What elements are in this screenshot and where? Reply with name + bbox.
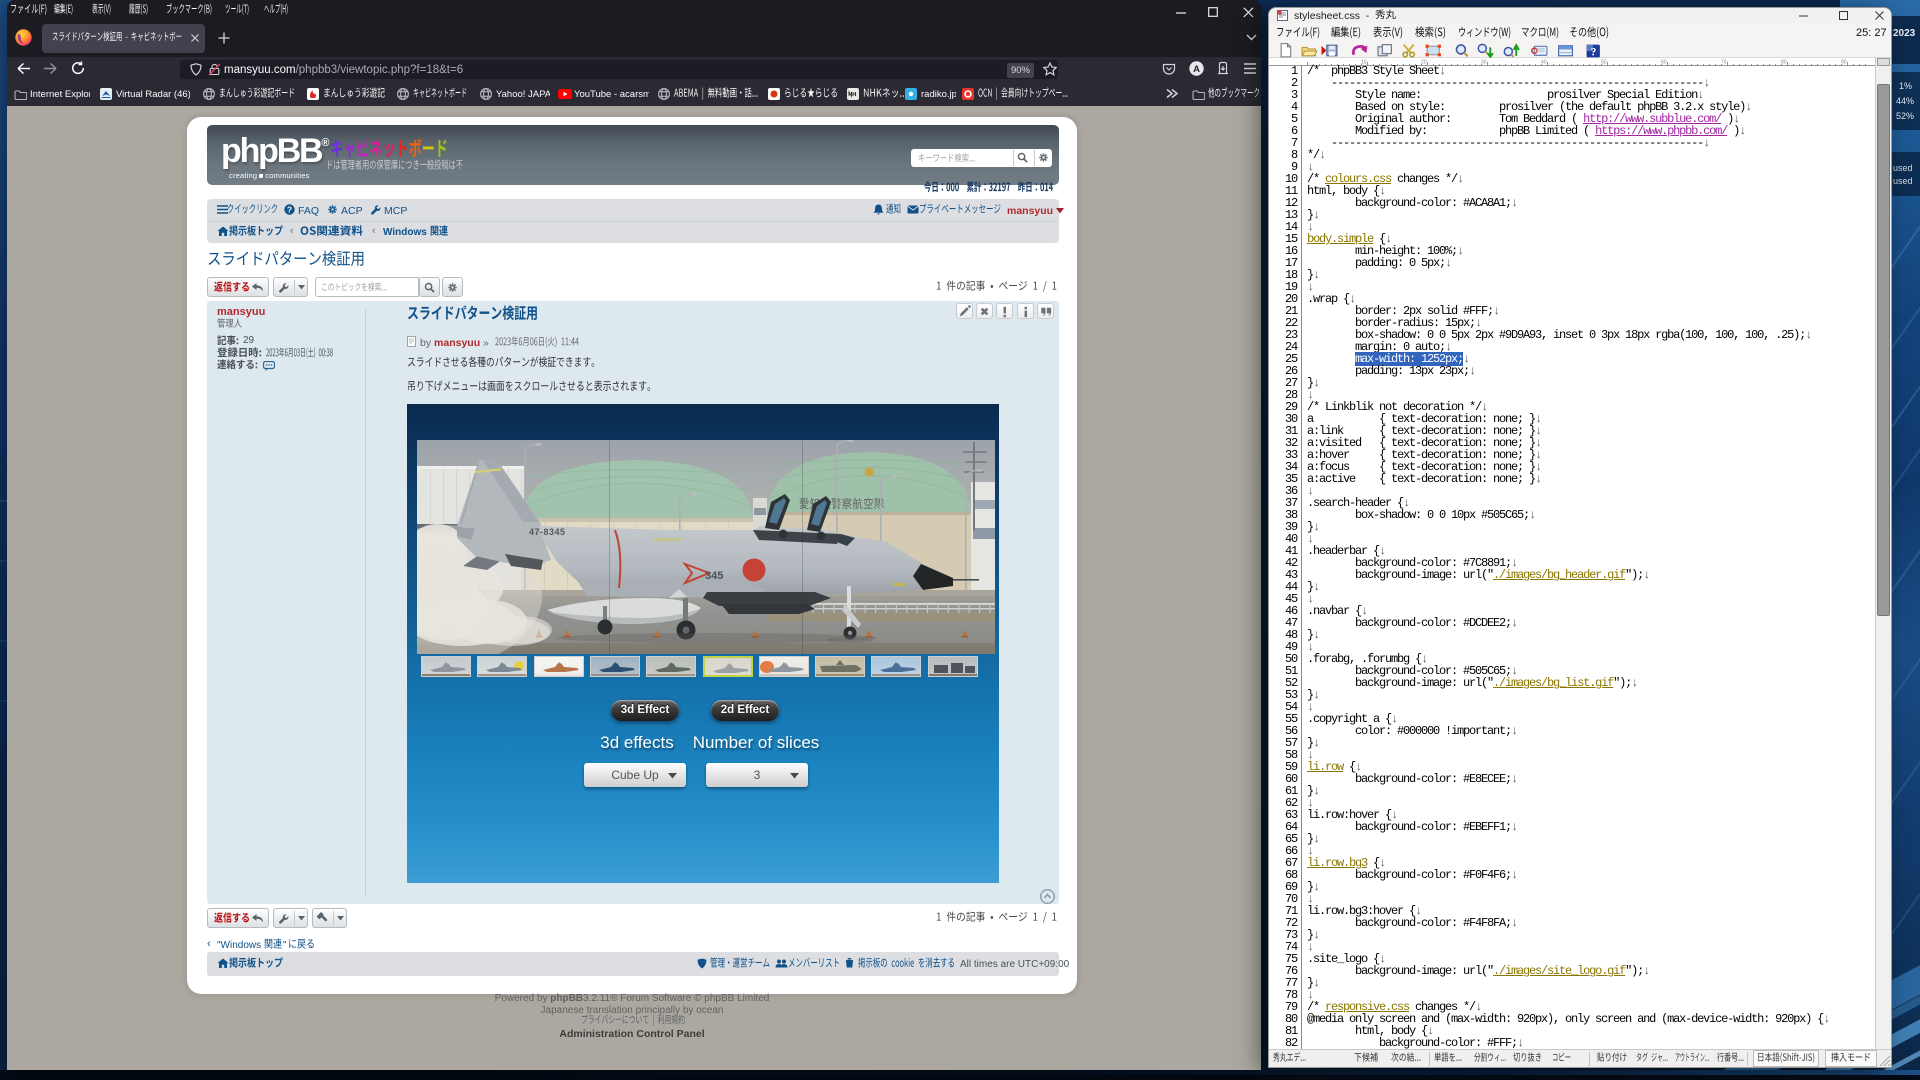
svg-text:A: A <box>1193 64 1200 75</box>
svg-text:?: ? <box>1591 46 1597 58</box>
svg-text:90: 90 <box>1841 60 1847 66</box>
svg-text:?: ? <box>287 205 292 215</box>
